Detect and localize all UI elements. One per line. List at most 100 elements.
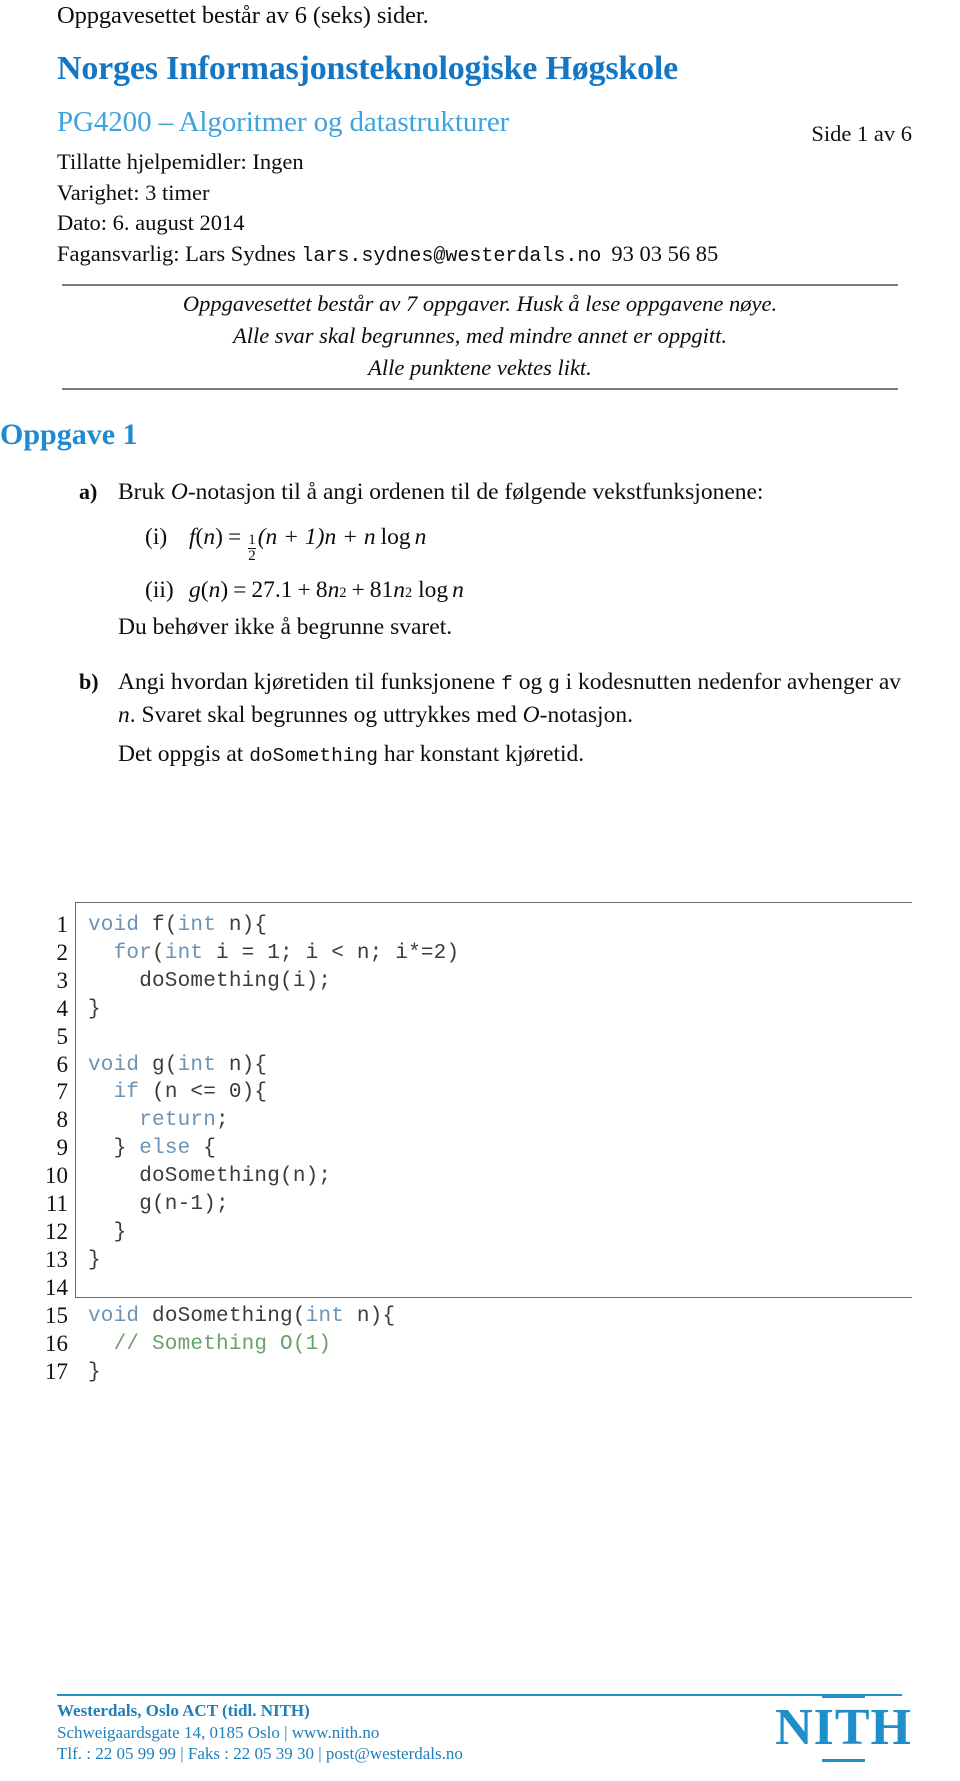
- task-b-dosomething: doSomething: [249, 745, 378, 767]
- exam-metadata: Tillatte hjelpemidler: Ingen Varighet: 3…: [57, 147, 718, 272]
- formula-i-log: log: [380, 524, 411, 550]
- code-text: doSomething(n);: [88, 1165, 332, 1189]
- formula-ii-coef-1: 8: [315, 576, 328, 603]
- task-b-p1-d: . Svaret skal begrunnes og uttrykkes med: [129, 702, 523, 728]
- aids-line: Tillatte hjelpemidler: Ingen: [57, 149, 304, 174]
- code-keyword: void: [88, 1304, 140, 1328]
- task-a-text: Bruk O-notasjon til å angi ordenen til d…: [118, 477, 918, 508]
- footer-line-3: Tlf. : 22 05 99 99 | Faks : 22 05 39 30 …: [57, 1744, 463, 1763]
- code-text: g(: [139, 1053, 178, 1077]
- code-line: }: [88, 1247, 912, 1275]
- code-text: ;: [216, 1109, 229, 1133]
- code-line: doSomething(i);: [88, 968, 912, 996]
- code-line-number: 8: [56, 1107, 69, 1133]
- formula-ii-fn: g: [189, 576, 201, 603]
- code-line-number: 1: [56, 912, 69, 937]
- responsible-line: Fagansvarlig: Lars Sydnes lars.sydnes@we…: [57, 239, 718, 273]
- formula-ii: (ii) g(n) = 27.1 +8 n 2 +81 n 2 log n: [145, 576, 464, 603]
- task-a-o-symbol: O: [170, 479, 188, 505]
- code-line-number: 4: [56, 995, 69, 1021]
- code-line: }: [88, 996, 912, 1024]
- code-keyword: int: [177, 914, 217, 937]
- task-b-paragraph-2: Det oppgis at doSomething har konstant k…: [118, 739, 918, 772]
- code-line-number: 3: [56, 967, 69, 993]
- responsible-email: lars.sydnes@westerdals.no: [301, 244, 602, 268]
- formula-ii-arg: n: [208, 576, 221, 603]
- notice-rule-bottom: [62, 388, 898, 390]
- formula-ii-log: log: [418, 576, 449, 603]
- code-line-number: 12: [45, 1218, 68, 1244]
- code-keyword: return: [139, 1109, 217, 1133]
- formula-ii-var-1: n: [327, 576, 340, 603]
- task-a-no-justify-note: Du behøver ikke å begrunne svaret.: [118, 614, 453, 640]
- page-indicator: Side 1 av 6: [811, 121, 912, 146]
- code-keyword: int: [164, 941, 204, 965]
- responsible-label: Fagansvarlig: Lars Sydnes: [57, 240, 296, 266]
- code-text: g(n-1);: [88, 1193, 229, 1217]
- task-b-p2-a: Det oppgis at: [118, 741, 250, 767]
- code-line: for(int i = 1; i < n; i*=2): [88, 940, 912, 968]
- code-line: void doSomething(int n){: [88, 1303, 912, 1331]
- formula-i-fraction: 12: [248, 532, 256, 565]
- task-b-var-n: n: [118, 702, 130, 728]
- formula-ii-coef-2: 81: [369, 576, 394, 603]
- formula-ii-log-arg: n: [452, 576, 464, 603]
- code-line: // Something O(1): [88, 1331, 912, 1359]
- nith-logo-text: NITH: [775, 1699, 912, 1756]
- code-line-number: 13: [45, 1246, 68, 1272]
- code-line: g(n-1);: [88, 1191, 912, 1219]
- notice-line-1: Oppgavesettet består av 7 oppgaver. Husk…: [182, 291, 778, 316]
- formula-list: (i) f(n) = 1 2 (n + 1)n + n log n (ii) g(n) = 27…: [145, 524, 464, 616]
- task-b-p2-b: har konstant kjøretid.: [377, 741, 585, 767]
- code-line-number: 6: [56, 1051, 69, 1077]
- code-listing: 1 2 3 4 5 6 7 8 9 10 11 12 13 14 15 16 17 void f(int n){…: [40, 902, 912, 1384]
- formula-ii-const: 27.1: [251, 576, 293, 603]
- code-line: } else {: [88, 1135, 912, 1163]
- notice-line-3: Alle punktene vektes likt.: [368, 355, 592, 380]
- code-text: }: [88, 1220, 127, 1244]
- task-b-p1-e: -notasjon.: [539, 702, 633, 728]
- code-text: }: [88, 1248, 101, 1272]
- formula-i-frac-num: 1: [248, 532, 256, 548]
- exam-notice: Oppgavesettet består av 7 oppgaver. Husk…: [62, 288, 898, 384]
- task-b-o-symbol: O: [522, 702, 540, 728]
- date-line: Dato: 6. august 2014: [57, 210, 245, 235]
- footer-address: Westerdals, Oslo ACT (tidl. NITH) Schwei…: [57, 1700, 463, 1765]
- formula-ii-var-2: n: [393, 576, 405, 603]
- code-line-number: 15: [45, 1302, 68, 1328]
- code-comment: // Something O(1): [88, 1332, 332, 1356]
- code-line-number: 5: [56, 1023, 69, 1049]
- code-body: void f(int n){ for(int i = 1; i < n; i*=…: [75, 902, 912, 1384]
- formula-i-rest-b: n: [414, 524, 427, 550]
- code-keyword: if: [113, 1081, 140, 1105]
- formula-ii-exp-2: 2: [404, 584, 413, 601]
- nith-logo-wordmark: NITH: [775, 1695, 912, 1762]
- code-line: return;: [88, 1107, 912, 1135]
- page-count-note: Oppgavesettet består av 6 (seks) sider.: [57, 2, 429, 29]
- code-line: void f(int n){: [88, 912, 912, 940]
- code-keyword: void: [88, 1053, 140, 1077]
- code-text: }: [88, 997, 101, 1021]
- section-heading-oppgave-1: Oppgave 1: [0, 418, 138, 451]
- exam-page: Oppgavesettet består av 6 (seks) sider. …: [0, 0, 960, 1781]
- nith-logo-bar-top: [821, 1695, 866, 1698]
- code-line-number: 14: [45, 1274, 68, 1300]
- code-line-number: 16: [45, 1330, 68, 1356]
- code-line-number: 10: [45, 1163, 68, 1189]
- code-line: if (n <= 0){: [88, 1079, 912, 1107]
- code-text: }: [88, 1137, 140, 1161]
- code-keyword: void: [88, 914, 140, 937]
- footer-line-2: Schweigaardsgate 14, 0185 Oslo | www.nit…: [57, 1722, 380, 1742]
- notice-line-2: Alle svar skal begrunnes, med mindre ann…: [232, 323, 728, 348]
- code-text: }: [88, 1360, 101, 1384]
- code-keyword: int: [305, 1304, 345, 1328]
- task-b-paragraph-1: Angi hvordan kjøretiden til funksjonene …: [118, 667, 918, 731]
- course-title: PG4200 – Algoritmer og datastrukturer: [57, 106, 510, 138]
- code-text: n){: [216, 914, 268, 937]
- code-line: }: [88, 1359, 912, 1387]
- task-b-fn-g: g: [548, 673, 560, 695]
